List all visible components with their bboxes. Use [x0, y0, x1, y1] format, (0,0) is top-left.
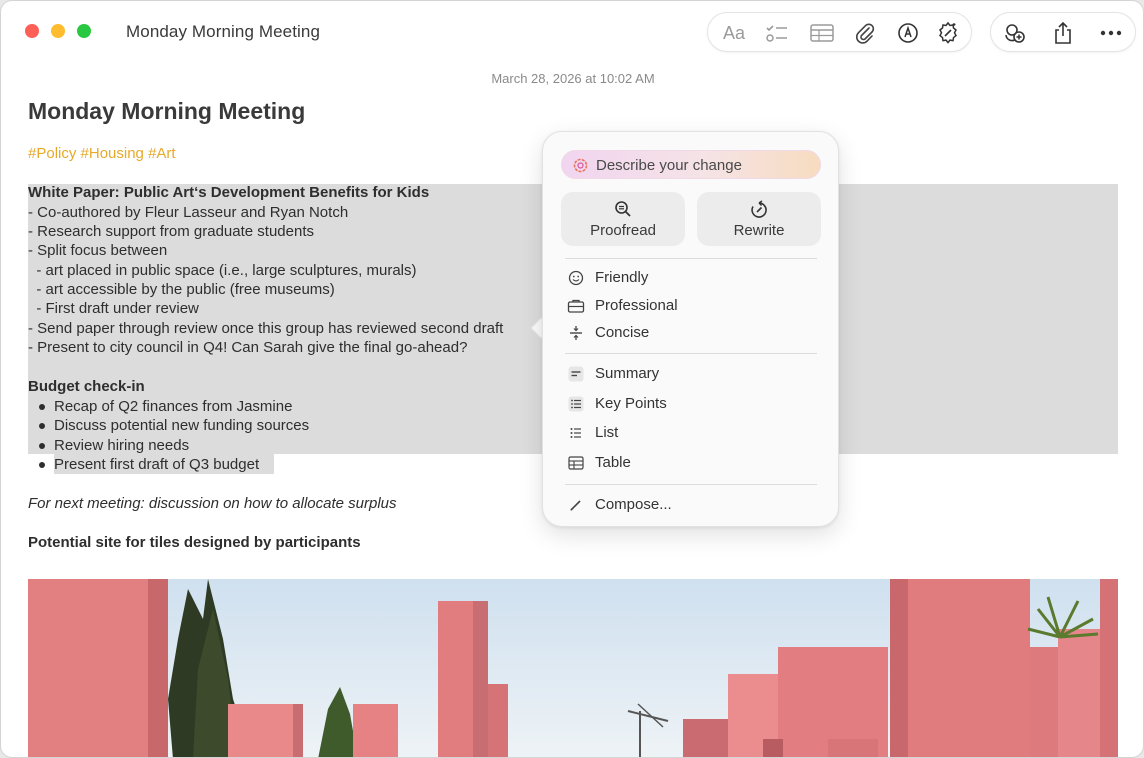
tone-professional-label: Professional [595, 297, 678, 314]
format-icon: Aa [722, 22, 746, 43]
proofread-button[interactable]: Proofread [561, 192, 685, 246]
note-line[interactable]: - Present to city council in Q4! Can Sar… [28, 338, 467, 358]
tone-friendly-item[interactable]: Friendly [565, 266, 817, 290]
format-summary-item[interactable]: Summary [565, 362, 817, 386]
checklist-icon [766, 25, 787, 42]
minimize-window-button[interactable] [51, 24, 65, 38]
describe-change-field[interactable]: Describe your change [561, 150, 821, 179]
markup-icon [898, 23, 918, 43]
toolbar-share-group [990, 12, 1136, 52]
photo-caption[interactable]: Potential site for tiles designed by par… [28, 533, 361, 553]
share-button[interactable] [1049, 20, 1077, 46]
format-button[interactable]: Aa [720, 20, 748, 46]
window-title: Monday Morning Meeting [126, 22, 321, 41]
pencil-icon [570, 500, 581, 511]
list-item[interactable]: Review hiring needs [54, 436, 189, 456]
list-item[interactable]: Recap of Q2 finances from Jasmine [54, 397, 292, 417]
note-title[interactable]: Monday Morning Meeting [28, 98, 305, 125]
section-heading[interactable]: White Paper: Public Art‘s Development Be… [28, 183, 429, 203]
smiley-icon [568, 270, 584, 286]
pink-buildings-illustration [28, 579, 1118, 757]
more-button[interactable] [1097, 20, 1125, 46]
close-window-button[interactable] [25, 24, 39, 38]
rewrite-label: Rewrite [733, 222, 785, 239]
format-key-points-label: Key Points [595, 395, 667, 412]
zoom-window-button[interactable] [77, 24, 91, 38]
checklist-button[interactable] [763, 20, 791, 46]
attachment-icon [856, 23, 875, 44]
menu-divider [565, 353, 817, 354]
note-line[interactable]: - Research support from graduate student… [28, 222, 314, 242]
tone-concise-label: Concise [595, 324, 650, 341]
bullet-point [39, 404, 45, 410]
note-line[interactable]: - Co-authored by Fleur Lasseur and Ryan … [28, 203, 348, 223]
proofread-icon [615, 201, 631, 217]
bullet-point [39, 443, 45, 449]
compose-label: Compose... [595, 496, 672, 513]
note-line[interactable]: - First draft under review [28, 299, 199, 319]
note-line[interactable]: - Split focus between [28, 241, 167, 261]
list-icon [570, 428, 581, 438]
table-icon [568, 456, 584, 470]
format-summary-label: Summary [595, 365, 660, 382]
menu-divider [565, 258, 817, 259]
note-timestamp: March 28, 2026 at 10:02 AM [491, 71, 655, 86]
collaborate-icon [1005, 24, 1025, 43]
note-line[interactable]: - art placed in public space (i.e., larg… [28, 261, 416, 281]
writing-tools-icon [939, 21, 957, 44]
list-item[interactable]: Present first draft of Q3 budget [54, 455, 259, 475]
apple-intelligence-icon [573, 158, 588, 173]
format-table-item[interactable]: Table [565, 451, 817, 475]
attached-photo[interactable] [28, 579, 1118, 757]
bullet-point [39, 423, 45, 429]
key-points-icon [568, 396, 584, 412]
format-table-label: Table [595, 454, 631, 471]
concise-icon [570, 326, 582, 340]
attachment-button[interactable] [851, 20, 879, 46]
note-line[interactable]: - Send paper through review once this gr… [28, 319, 503, 339]
proofread-label: Proofread [590, 222, 656, 239]
rewrite-icon [751, 200, 767, 218]
describe-change-placeholder: Describe your change [596, 157, 742, 174]
table-icon [810, 24, 834, 42]
writing-tools-popover: Describe your change Proofread Rewrite F… [542, 131, 839, 527]
bullet-point [39, 462, 45, 468]
format-list-item[interactable]: List [565, 421, 817, 445]
compose-item[interactable]: Compose... [565, 493, 817, 517]
briefcase-icon [567, 299, 585, 313]
table-button[interactable] [808, 20, 836, 46]
next-meeting-note[interactable]: For next meeting: discussion on how to a… [28, 494, 397, 514]
list-item[interactable]: Discuss potential new funding sources [54, 416, 309, 436]
markup-button[interactable] [894, 20, 922, 46]
summary-icon [568, 366, 584, 382]
tone-concise-item[interactable]: Concise [565, 321, 817, 345]
notes-window: Monday Morning Meeting Aa March 28, 2026… [0, 0, 1144, 758]
title-bar: Monday Morning Meeting Aa [1, 1, 1143, 63]
note-line[interactable]: - art accessible by the public (free mus… [28, 280, 334, 300]
menu-divider [565, 484, 817, 485]
more-icon [1100, 30, 1122, 36]
note-tags[interactable]: #Policy #Housing #Art [28, 145, 176, 162]
rewrite-button[interactable]: Rewrite [697, 192, 821, 246]
format-key-points-item[interactable]: Key Points [565, 392, 817, 416]
share-icon [1055, 21, 1071, 44]
section-heading[interactable]: Budget check-in [28, 377, 145, 397]
tone-friendly-label: Friendly [595, 269, 649, 286]
tone-professional-item[interactable]: Professional [565, 294, 817, 318]
collaborate-button[interactable] [1001, 20, 1029, 46]
writing-tools-button[interactable] [934, 20, 962, 46]
format-list-label: List [595, 424, 619, 441]
toolbar-format-group: Aa [707, 12, 972, 52]
